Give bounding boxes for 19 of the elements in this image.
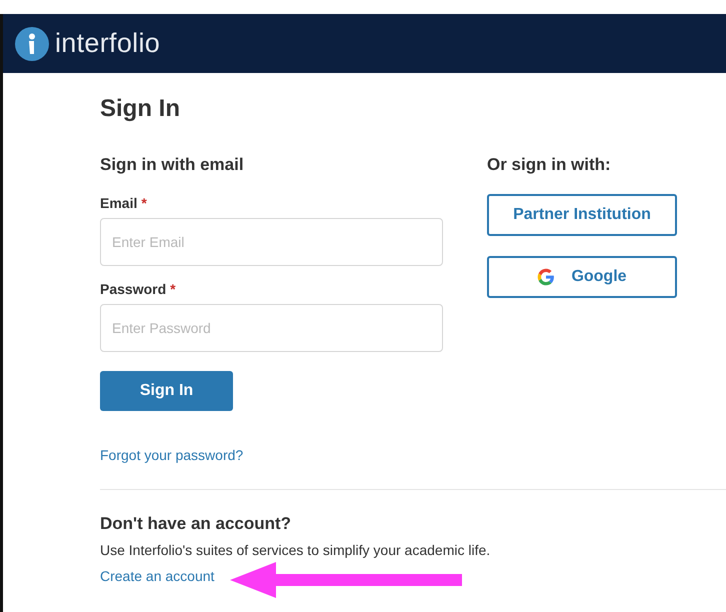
institution-sign-in-button[interactable]: Partner Institution (487, 194, 677, 236)
sign-in-button[interactable]: Sign In (100, 371, 233, 411)
forgot-password-link[interactable]: Forgot your password? (100, 447, 244, 463)
google-icon (537, 268, 556, 286)
required-mark: * (170, 281, 176, 297)
field-label: Email (100, 195, 138, 211)
section-heading: Don't have an account? (100, 514, 292, 534)
section-heading: Or sign in with: (487, 155, 612, 175)
page-title: Sign In (100, 95, 181, 123)
section-heading: Sign in with email (100, 155, 245, 175)
google-sign-in-button[interactable]: Google (487, 256, 677, 298)
required-mark: * (141, 195, 147, 211)
field-label: Password (100, 281, 166, 297)
input-field[interactable]: Enter Email (100, 218, 443, 266)
brand-name: interfolio (55, 28, 160, 59)
signup-text: Use Interfolio's suites of services to simplify your academic life. (100, 542, 492, 558)
logo-icon (15, 26, 49, 60)
input-field[interactable]: Enter Password (100, 304, 443, 352)
create-account-link[interactable]: Create an account (100, 568, 214, 584)
